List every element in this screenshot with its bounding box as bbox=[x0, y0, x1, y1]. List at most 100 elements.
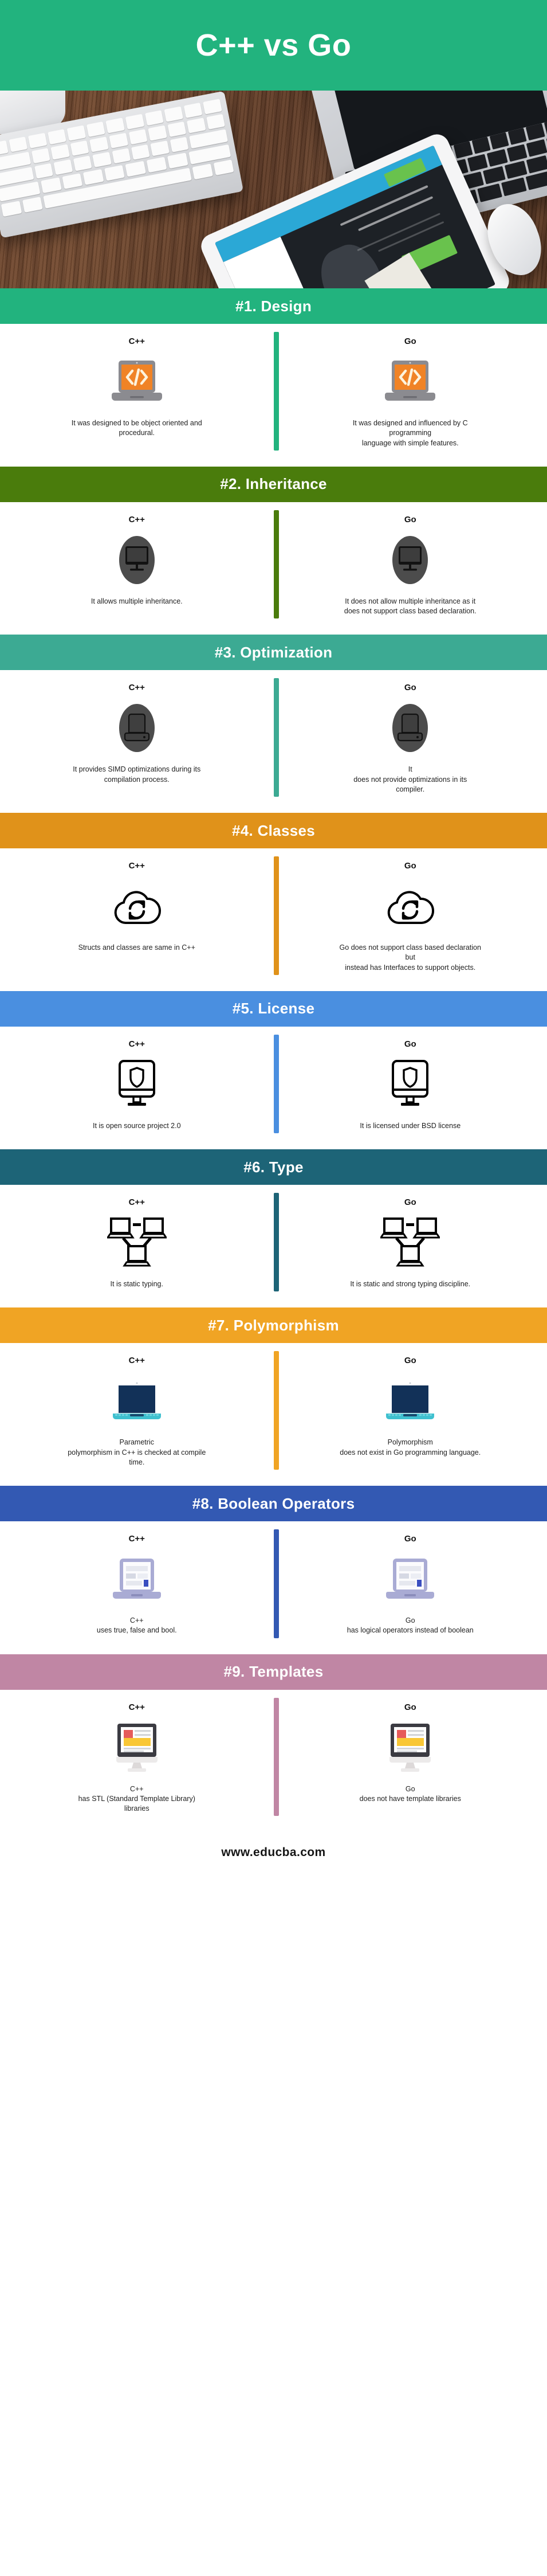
monitor-shield-icon bbox=[118, 1059, 155, 1106]
section-header: #8. Boolean Operators bbox=[0, 1486, 547, 1521]
section-header: #2. Inheritance bbox=[0, 466, 547, 502]
column-label-go: Go bbox=[404, 514, 416, 524]
monitor-article-icon bbox=[116, 1723, 158, 1772]
column-text-go: Go does not support class based declarat… bbox=[339, 944, 481, 972]
column-text-go: Go does not have template libraries bbox=[359, 1784, 461, 1803]
section-title: #3. Optimization bbox=[214, 643, 333, 661]
section-icon-left bbox=[105, 1372, 168, 1430]
column-text-go: Polymorphism does not exist in Go progra… bbox=[340, 1438, 481, 1457]
monitor-shield-icon bbox=[392, 1059, 429, 1106]
column-go: Go It does not provide optimizations in … bbox=[274, 683, 547, 794]
section-title: #6. Type bbox=[243, 1158, 304, 1176]
section-body: C++ It allows multiple inheritance. Go I… bbox=[0, 502, 547, 625]
cloud-sync-icon bbox=[114, 891, 161, 924]
network-nodes-icon bbox=[380, 1217, 440, 1267]
comparison-section: #6. Type C++ It is static typing. Go It … bbox=[0, 1149, 547, 1308]
comparison-section: #1. Design C++ It was designed to be obj… bbox=[0, 288, 547, 467]
section-title: #8. Boolean Operators bbox=[192, 1494, 355, 1512]
column-label-cpp: C++ bbox=[128, 1197, 145, 1207]
column-go: Go Go has logical operators instead of b… bbox=[274, 1534, 547, 1636]
column-text-cpp: It provides SIMD optimizations during it… bbox=[73, 765, 201, 784]
column-cpp: C++ It was designed to be object oriente… bbox=[0, 336, 274, 448]
column-go: Go It does not allow multiple inheritanc… bbox=[274, 515, 547, 617]
column-text-cpp: C++ uses true, false and bool. bbox=[96, 1616, 177, 1635]
laptop-code-icon bbox=[385, 361, 436, 401]
column-go: Go Polymorphism does not exist in Go pro… bbox=[274, 1356, 547, 1467]
column-text-cpp: Structs and classes are same in C++ bbox=[78, 944, 195, 952]
section-body: C++ It is static typing. Go It is static… bbox=[0, 1185, 547, 1297]
section-icon-right bbox=[379, 1372, 442, 1430]
navy-laptop-icon bbox=[386, 1382, 435, 1420]
column-label-go: Go bbox=[404, 1039, 416, 1049]
section-icon-left bbox=[105, 1551, 168, 1608]
infographic-root: C++ vs Go #1. Design C++ It was designed… bbox=[0, 0, 547, 1874]
column-label-cpp: C++ bbox=[128, 861, 145, 871]
monitor-circle-icon bbox=[119, 535, 155, 584]
section-icon-right bbox=[379, 878, 442, 935]
section-icon-right bbox=[379, 1719, 442, 1776]
section-icon-left bbox=[105, 353, 168, 410]
column-cpp: C++ Parametric polymorphism in C++ is ch… bbox=[0, 1356, 274, 1467]
comparison-section: #3. Optimization C++ It provides SIMD op… bbox=[0, 635, 547, 813]
section-divider bbox=[274, 678, 279, 797]
section-icon-left bbox=[105, 531, 168, 589]
section-header: #3. Optimization bbox=[0, 635, 547, 671]
column-text-go: Go has logical operators instead of bool… bbox=[347, 1616, 474, 1635]
column-cpp: C++ C++ uses true, false and bool. bbox=[0, 1534, 274, 1636]
section-title: #7. Polymorphism bbox=[208, 1316, 339, 1334]
column-text-cpp: It is static typing. bbox=[110, 1280, 163, 1288]
section-icon-right bbox=[379, 1214, 442, 1271]
section-body: C++ It provides SIMD optimizations durin… bbox=[0, 670, 547, 802]
monitor-circle-icon bbox=[392, 535, 428, 584]
page-title: C++ vs Go bbox=[195, 28, 352, 62]
section-body: C++ Parametric polymorphism in C++ is ch… bbox=[0, 1343, 547, 1475]
section-spacer bbox=[0, 1139, 547, 1149]
column-text-go: It does not provide optimizations in its… bbox=[353, 765, 467, 793]
column-go: Go It is licensed under BSD license bbox=[274, 1039, 547, 1131]
section-body: C++ C++ uses true, false and bool. Go Go… bbox=[0, 1521, 547, 1644]
section-icon-left bbox=[105, 699, 168, 757]
section-icon-right bbox=[379, 1056, 442, 1113]
column-text-go: It does not allow multiple inheritance a… bbox=[344, 597, 477, 615]
column-label-cpp: C++ bbox=[128, 336, 145, 346]
section-divider bbox=[274, 1351, 279, 1470]
section-spacer bbox=[0, 624, 547, 635]
section-divider bbox=[274, 332, 279, 451]
section-spacer bbox=[0, 980, 547, 991]
column-text-cpp: It was designed to be object oriented an… bbox=[71, 419, 202, 437]
section-icon-right bbox=[379, 1551, 442, 1608]
column-label-cpp: C++ bbox=[128, 1039, 145, 1049]
column-text-cpp: C++ has STL (Standard Template Library) … bbox=[78, 1784, 195, 1813]
section-icon-left bbox=[105, 878, 168, 935]
section-icon-left bbox=[105, 1056, 168, 1113]
column-label-cpp: C++ bbox=[128, 1702, 145, 1712]
section-header: #7. Polymorphism bbox=[0, 1307, 547, 1344]
column-text-go: It is static and strong typing disciplin… bbox=[350, 1280, 471, 1288]
comparison-sections: #1. Design C++ It was designed to be obj… bbox=[0, 288, 547, 1833]
section-title: #5. License bbox=[232, 1000, 315, 1017]
section-divider bbox=[274, 1193, 279, 1292]
column-cpp: C++ It is open source project 2.0 bbox=[0, 1039, 274, 1131]
section-title: #4. Classes bbox=[232, 821, 315, 839]
laptop-code-icon bbox=[111, 361, 162, 401]
comparison-section: #7. Polymorphism C++ Parametric polymorp… bbox=[0, 1307, 547, 1486]
column-label-go: Go bbox=[404, 1197, 416, 1207]
hero-photo bbox=[0, 91, 547, 288]
footer: www.educba.com bbox=[0, 1832, 547, 1874]
section-body: C++ It is open source project 2.0 Go It … bbox=[0, 1027, 547, 1139]
monitor-article-icon bbox=[389, 1723, 431, 1772]
column-go: Go It is static and strong typing discip… bbox=[274, 1197, 547, 1289]
column-label-cpp: C++ bbox=[128, 514, 145, 524]
column-cpp: C++ It provides SIMD optimizations durin… bbox=[0, 683, 274, 794]
column-label-go: Go bbox=[404, 683, 416, 693]
comparison-section: #8. Boolean Operators C++ C++ uses true,… bbox=[0, 1486, 547, 1654]
section-body: C++ C++ has STL (Standard Template Libra… bbox=[0, 1690, 547, 1822]
column-label-go: Go bbox=[404, 1702, 416, 1712]
footer-url: www.educba.com bbox=[221, 1846, 326, 1859]
column-text-cpp: It is open source project 2.0 bbox=[92, 1121, 181, 1130]
column-text-cpp: It allows multiple inheritance. bbox=[90, 597, 183, 605]
column-text-cpp: Parametric polymorphism in C++ is checke… bbox=[68, 1438, 206, 1466]
column-cpp: C++ C++ has STL (Standard Template Libra… bbox=[0, 1702, 274, 1814]
section-divider bbox=[274, 510, 279, 619]
column-text-go: It is licensed under BSD license bbox=[360, 1121, 461, 1130]
